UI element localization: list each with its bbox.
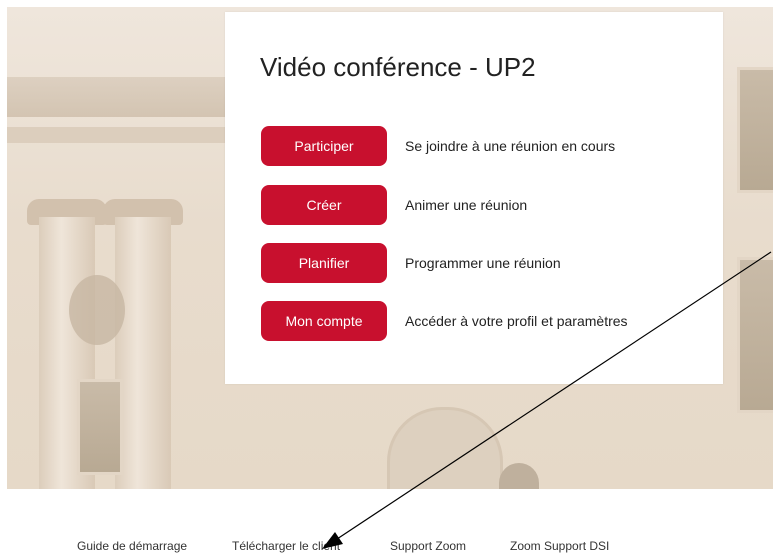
building-window	[77, 379, 123, 475]
creer-button[interactable]: Créer	[261, 185, 387, 225]
building-frieze	[7, 127, 237, 143]
action-row-mon-compte: Mon compte Accéder à votre profil et par…	[261, 301, 628, 341]
footer-link-guide[interactable]: Guide de démarrage	[77, 539, 187, 553]
participer-description: Se joindre à une réunion en cours	[405, 138, 616, 154]
street-lamp	[499, 463, 539, 489]
building-cornice	[7, 77, 237, 117]
building-column	[115, 217, 171, 489]
building-window	[737, 67, 773, 193]
building-arch	[387, 407, 503, 489]
building-medallion	[69, 275, 125, 345]
planifier-description: Programmer une réunion	[405, 255, 561, 271]
planifier-button[interactable]: Planifier	[261, 243, 387, 283]
mon-compte-description: Accéder à votre profil et paramètres	[405, 313, 628, 329]
videoconference-card: Vidéo conférence - UP2 Participer Se joi…	[225, 12, 723, 384]
footer-link-support-zoom[interactable]: Support Zoom	[390, 539, 466, 553]
mon-compte-button[interactable]: Mon compte	[261, 301, 387, 341]
action-row-planifier: Planifier Programmer une réunion	[261, 243, 561, 283]
footer-link-zoom-support-dsi[interactable]: Zoom Support DSI	[510, 539, 609, 553]
building-window	[737, 257, 773, 413]
footer-link-telecharger[interactable]: Télécharger le client	[232, 539, 340, 553]
footer: Guide de démarrage Télécharger le client…	[0, 489, 773, 558]
creer-description: Animer une réunion	[405, 197, 528, 213]
page-title: Vidéo conférence - UP2	[260, 52, 536, 82]
action-row-creer: Créer Animer une réunion	[261, 185, 527, 225]
participer-button[interactable]: Participer	[261, 126, 387, 166]
action-row-participer: Participer Se joindre à une réunion en c…	[261, 126, 615, 166]
